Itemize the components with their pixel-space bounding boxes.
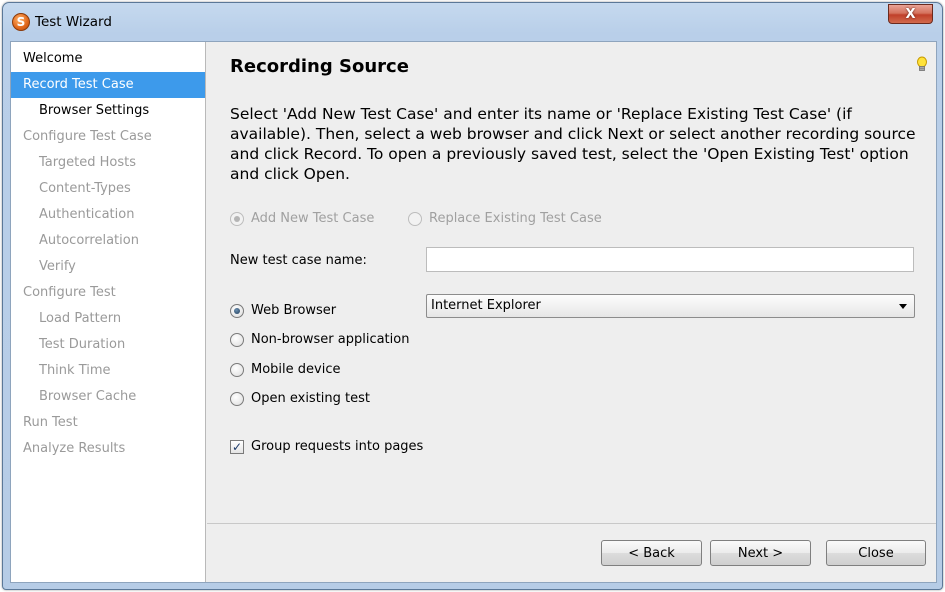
- sidebar-item-welcome[interactable]: Welcome: [11, 46, 205, 72]
- sidebar-item-run-test: Run Test: [23, 415, 78, 430]
- lightbulb-icon[interactable]: [916, 56, 928, 74]
- sidebar-item-record-test-case[interactable]: Record Test Case: [11, 72, 205, 98]
- wizard-steps-sidebar: Welcome Record Test Case Browser Settings C…: [11, 42, 206, 582]
- add-new-test-case-label: Add New Test Case: [251, 211, 375, 226]
- radio-indicator: [230, 211, 244, 226]
- non-browser-application-label[interactable]: Non-browser application: [251, 332, 409, 347]
- mobile-device-label[interactable]: Mobile device: [251, 362, 340, 377]
- group-requests-label[interactable]: Group requests into pages: [251, 439, 423, 454]
- add-new-test-case-radio: Add New Test Case: [230, 211, 374, 226]
- wizard-client-area: Welcome Record Test Case Browser Settings C…: [10, 41, 937, 583]
- sidebar-item-analyze-results: Analyze Results: [23, 441, 126, 456]
- page-title: Recording Source: [230, 56, 409, 77]
- mobile-device-radio[interactable]: Mobile device: [230, 362, 340, 377]
- test-case-name-input[interactable]: [426, 247, 914, 272]
- instructions-text: Select 'Add New Test Case' and enter its…: [230, 105, 916, 183]
- sidebar-item-browser-cache: Browser Cache: [39, 389, 137, 404]
- test-case-name-label: New test case name:: [230, 253, 367, 268]
- sidebar-item-configure-test: Configure Test: [23, 285, 116, 300]
- sidebar-item-authentication: Authentication: [39, 207, 135, 222]
- sidebar-item-browser-settings[interactable]: Browser Settings: [11, 98, 205, 124]
- checkmark-icon[interactable]: ✓: [230, 439, 244, 454]
- radio-indicator[interactable]: [230, 391, 244, 406]
- group-requests-checkbox[interactable]: ✓ Group requests into pages: [230, 439, 423, 454]
- chevron-down-icon[interactable]: [899, 304, 907, 309]
- non-browser-application-radio[interactable]: Non-browser application: [230, 332, 409, 347]
- wizard-main-panel: Recording Source Select 'Add New Test Ca…: [207, 42, 936, 582]
- open-existing-test-label[interactable]: Open existing test: [251, 391, 370, 406]
- window-title: Test Wizard: [35, 14, 112, 30]
- radio-indicator[interactable]: [230, 303, 244, 318]
- sidebar-item-content-types: Content-Types: [39, 181, 131, 196]
- browser-select-value: Internet Explorer: [431, 298, 541, 313]
- web-browser-label[interactable]: Web Browser: [251, 303, 336, 318]
- test-wizard-window: S Test Wizard X Welcome Record Test Case B…: [2, 2, 943, 590]
- sidebar-item-test-duration: Test Duration: [39, 337, 126, 352]
- sidebar-item-verify: Verify: [39, 259, 76, 274]
- back-button[interactable]: < Back: [601, 540, 702, 566]
- footer-divider: [207, 523, 936, 524]
- radio-indicator: [408, 211, 422, 226]
- radio-indicator[interactable]: [230, 332, 244, 347]
- title-bar: S Test Wizard X: [3, 3, 942, 41]
- sidebar-item-configure-test-case: Configure Test Case: [23, 129, 152, 144]
- replace-existing-test-case-radio: Replace Existing Test Case: [408, 211, 602, 226]
- browser-select[interactable]: Internet Explorer: [426, 294, 915, 318]
- sidebar-item-load-pattern: Load Pattern: [39, 311, 122, 326]
- sidebar-item-autocorrelation: Autocorrelation: [39, 233, 139, 248]
- replace-existing-test-case-label: Replace Existing Test Case: [429, 211, 602, 226]
- next-button[interactable]: Next >: [710, 540, 811, 566]
- sidebar-item-think-time: Think Time: [39, 363, 111, 378]
- window-close-button[interactable]: X: [888, 4, 933, 24]
- close-button[interactable]: Close: [826, 540, 926, 566]
- app-icon: S: [12, 13, 30, 31]
- web-browser-radio[interactable]: Web Browser: [230, 303, 336, 318]
- open-existing-test-radio[interactable]: Open existing test: [230, 391, 370, 406]
- radio-indicator[interactable]: [230, 362, 244, 377]
- sidebar-item-targeted-hosts: Targeted Hosts: [39, 155, 136, 170]
